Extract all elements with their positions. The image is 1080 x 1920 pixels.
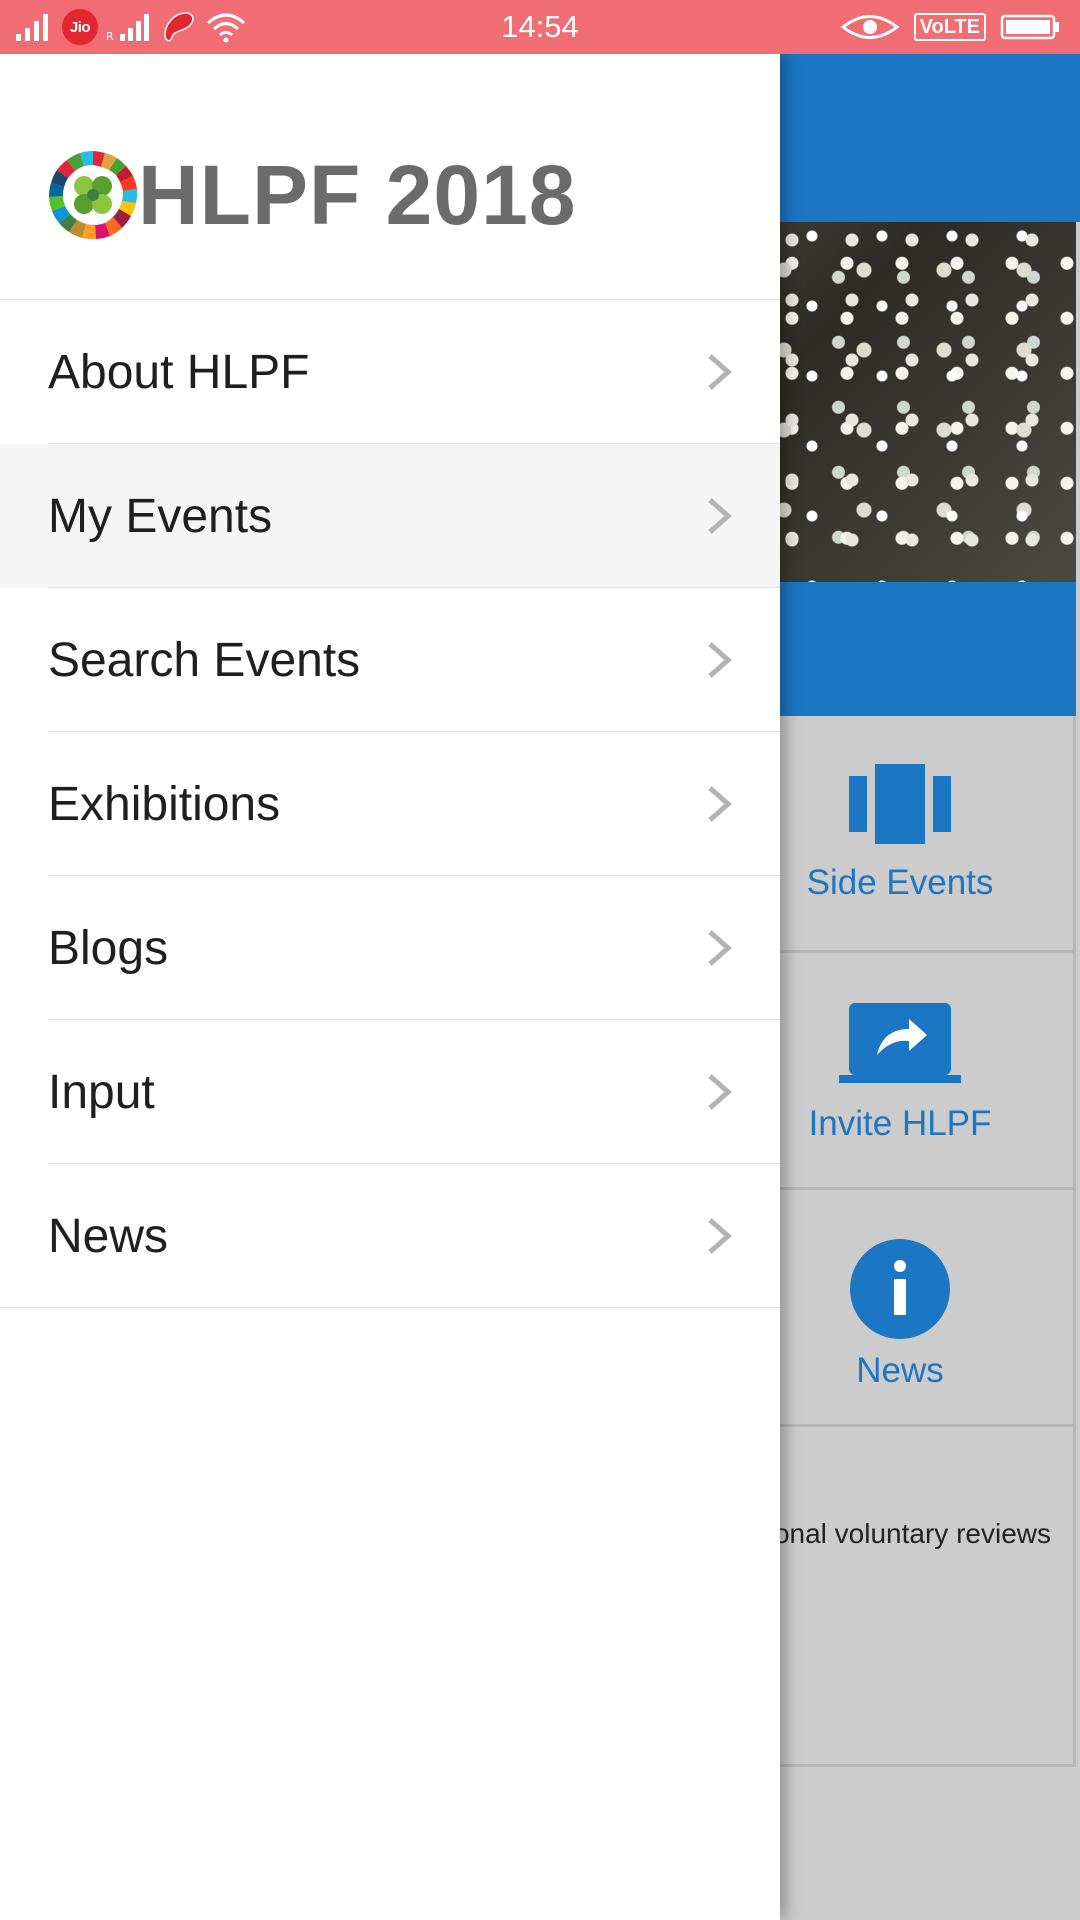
side-events-icon <box>849 764 951 844</box>
tile-side-events-content: Side Events <box>780 764 1020 903</box>
app-title: HLPF 2018 <box>138 148 577 242</box>
status-bar: Jio R 14:54 VoLTE <box>0 0 1080 54</box>
share-laptop-icon <box>839 1003 961 1083</box>
menu-item-label: Search Events <box>48 633 361 687</box>
sdg-wheel-logo <box>48 151 138 240</box>
info-icon <box>850 1239 950 1339</box>
chevron-right-icon <box>708 642 732 678</box>
status-right-icons: VoLTE <box>840 8 1062 46</box>
chevron-right-icon <box>708 498 732 534</box>
volte-icon: VoLTE <box>913 13 986 41</box>
menu-item-exhibitions[interactable]: Exhibitions <box>0 732 780 876</box>
app-screen: Jio R 14:54 VoLTE Side Events Invite HLP… <box>0 0 1080 1920</box>
menu-item-my-events[interactable]: My Events <box>0 444 780 588</box>
menu-item-about-hlpf[interactable]: About HLPF <box>0 300 780 444</box>
menu-item-label: Exhibitions <box>48 777 281 831</box>
menu-item-label: My Events <box>48 489 273 543</box>
chevron-right-icon <box>708 354 732 390</box>
chevron-right-icon <box>708 1074 732 1110</box>
menu-item-news[interactable]: News <box>0 1164 780 1308</box>
tile-side-events-label: Side Events <box>806 863 994 902</box>
tile-news-label: News <box>856 1351 944 1390</box>
menu-item-blogs[interactable]: Blogs <box>0 876 780 1020</box>
chevron-right-icon <box>708 930 732 966</box>
chevron-right-icon <box>708 786 732 822</box>
navigation-drawer: HLPF 2018 About HLPF My Events Search Ev… <box>0 54 780 1920</box>
menu-item-label: Blogs <box>48 921 169 975</box>
eye-icon <box>840 15 900 39</box>
menu-item-label: About HLPF <box>48 345 310 399</box>
tile-invite-hlpf-content: Invite HLPF <box>780 1003 1020 1144</box>
drawer-header: HLPF 2018 <box>0 54 780 300</box>
tile-invite-hlpf-label: Invite HLPF <box>808 1104 992 1143</box>
divider <box>0 1307 780 1308</box>
tile-voluntary-reviews-text: onal voluntary reviews <box>773 1518 1051 1549</box>
chevron-right-icon <box>708 1218 732 1254</box>
battery-icon <box>1000 14 1059 40</box>
tile-news-content: News <box>780 1238 1020 1391</box>
menu-item-input[interactable]: Input <box>0 1020 780 1164</box>
menu-item-label: News <box>48 1209 169 1263</box>
brand: HLPF 2018 <box>48 150 577 240</box>
menu-item-search-events[interactable]: Search Events <box>0 588 780 732</box>
menu-item-label: Input <box>48 1065 155 1119</box>
